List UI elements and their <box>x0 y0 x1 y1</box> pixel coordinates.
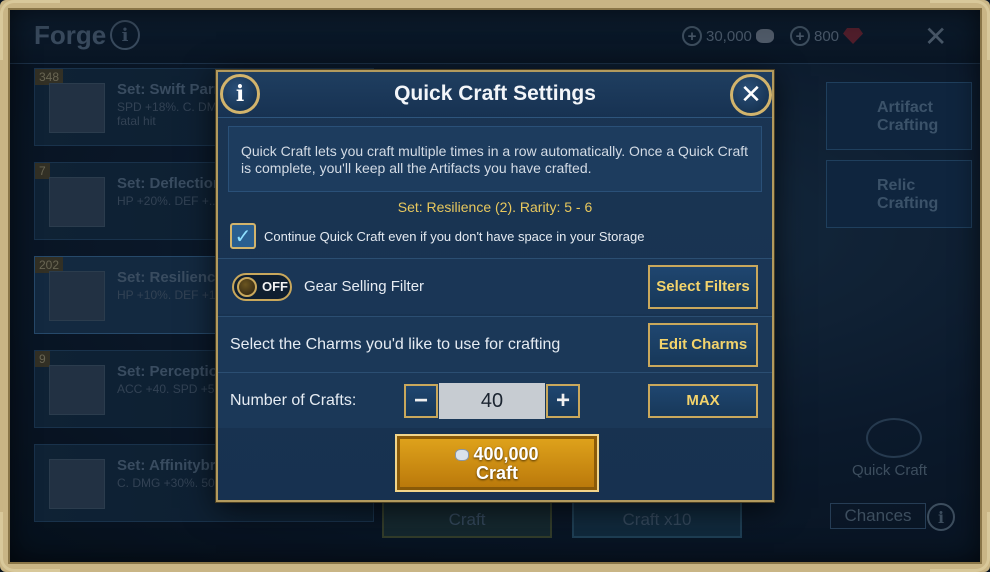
toggle-knob <box>237 276 257 297</box>
crafts-label: Number of Crafts: <box>230 391 357 409</box>
frame-corner <box>930 0 990 60</box>
set-rarity-info: Set: Resilience (2). Rarity: 5 - 6 <box>397 199 593 215</box>
charms-label: Select the Charms you'd like to use for … <box>230 335 561 353</box>
silver-coin-icon <box>455 448 470 461</box>
frame-corner <box>0 512 60 572</box>
gear-filter-toggle[interactable]: OFF <box>232 272 292 301</box>
toggle-state: OFF <box>262 279 288 294</box>
crafts-quantity-input[interactable]: 40 <box>439 382 545 419</box>
info-icon[interactable]: i <box>220 74 260 114</box>
dialog-title: Quick Craft Settings <box>394 82 596 105</box>
edit-charms-button[interactable]: Edit Charms <box>648 322 758 367</box>
quick-craft-settings-dialog: Quick Craft Settings i ✕ Quick Craft let… <box>216 70 774 502</box>
frame-corner <box>930 512 990 572</box>
craft-button-label: Craft <box>475 463 518 483</box>
description-box: Quick Craft lets you craft multiple time… <box>228 126 762 192</box>
continue-label: Continue Quick Craft even if you don't h… <box>264 228 645 244</box>
crafts-count-row: Number of Crafts: − 40 + MAX <box>218 372 772 428</box>
continue-checkbox[interactable]: ✓ <box>230 223 256 249</box>
dialog-header: Quick Craft Settings <box>218 72 772 118</box>
select-filters-button[interactable]: Select Filters <box>648 264 758 309</box>
quick-craft-button[interactable]: 400,000 Craft <box>395 434 599 492</box>
gear-filter-row: OFF Gear Selling Filter Select Filters <box>218 258 772 314</box>
craft-cost-value: 400,000 <box>473 444 539 464</box>
increment-button[interactable]: + <box>546 383 580 418</box>
continue-option: ✓ Continue Quick Craft even if you don't… <box>230 223 644 249</box>
close-icon[interactable]: ✕ <box>730 74 772 116</box>
craft-cost: 400,000 <box>397 445 597 464</box>
gear-filter-label: Gear Selling Filter <box>304 278 425 295</box>
decrement-button[interactable]: − <box>404 383 438 418</box>
charms-row: Select the Charms you'd like to use for … <box>218 316 772 372</box>
frame-corner <box>0 0 60 60</box>
max-button[interactable]: MAX <box>648 383 758 418</box>
